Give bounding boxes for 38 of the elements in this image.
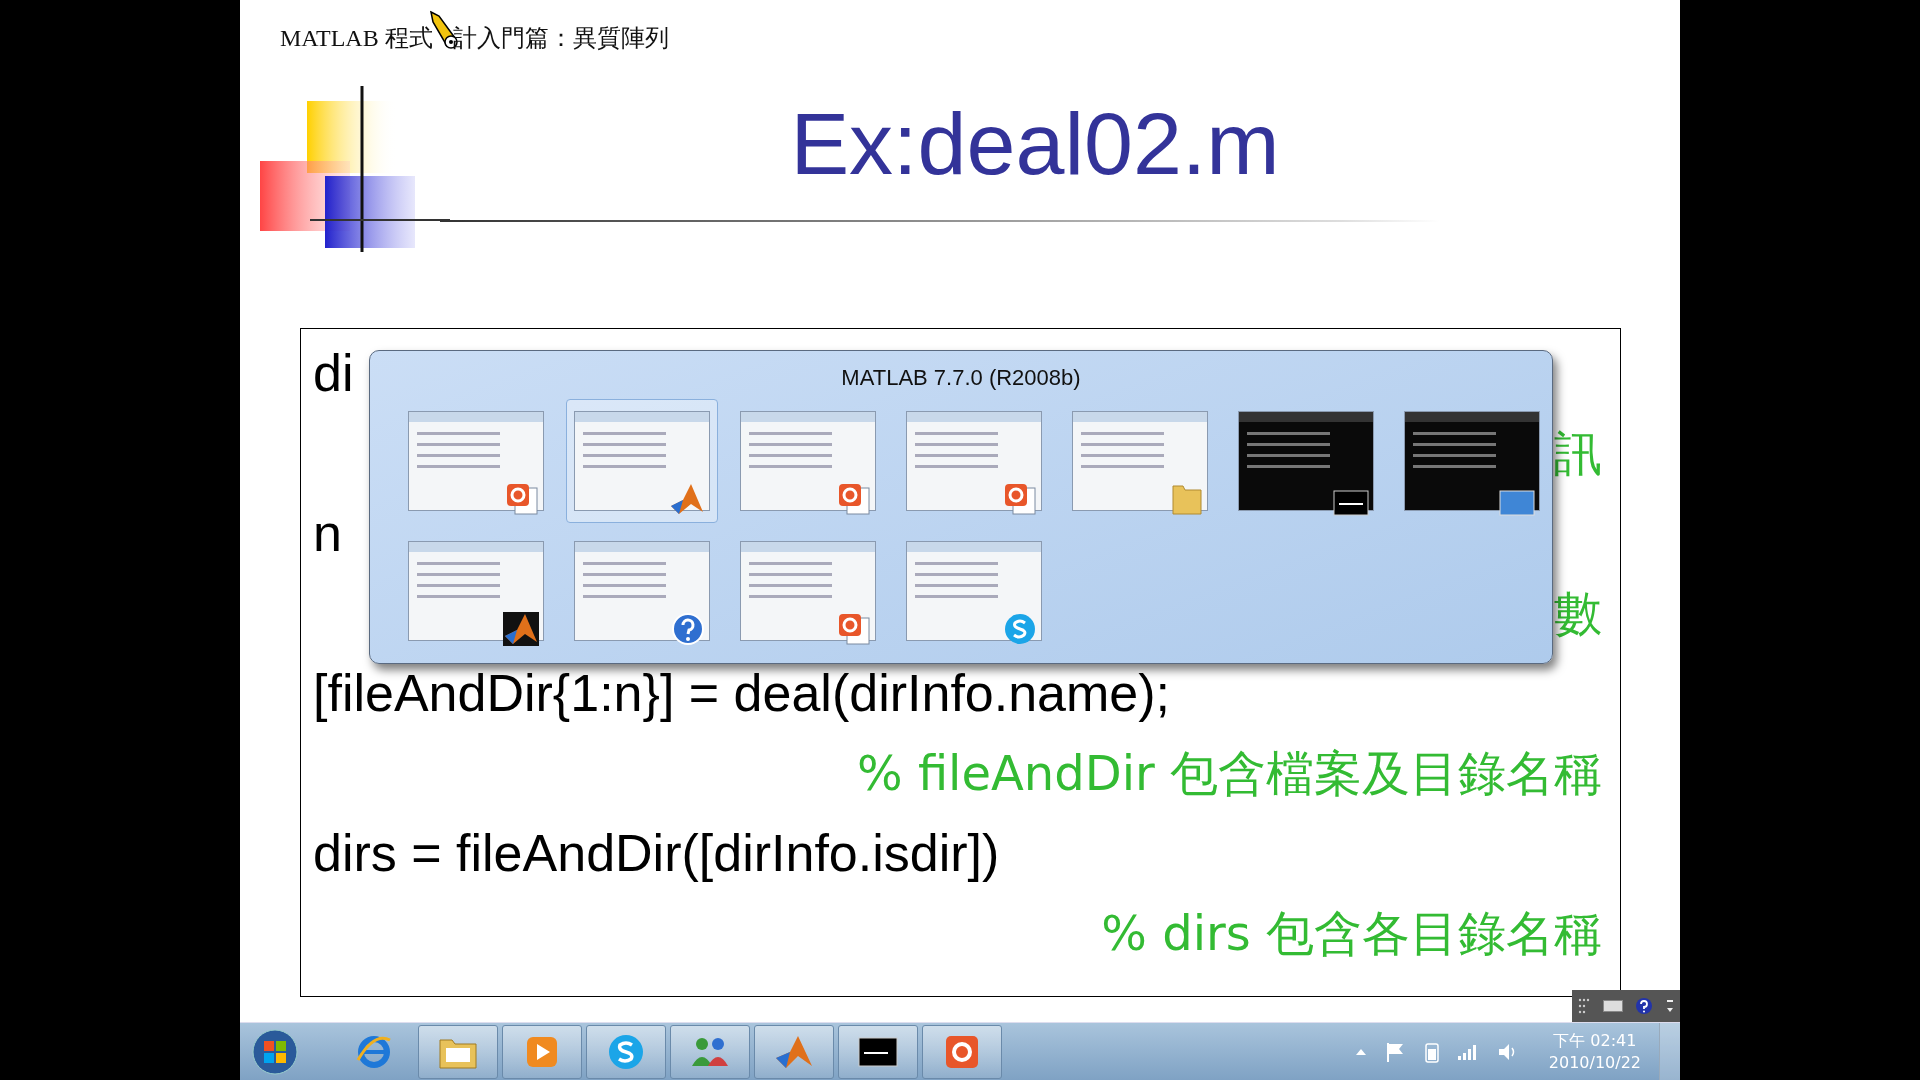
code-comment: % fileAndDir 包含檔案及目錄名稱 xyxy=(857,744,1602,803)
help-icon[interactable] xyxy=(1635,997,1654,1015)
slide-header: MATLAB 程式 xyxy=(280,24,433,53)
code-comment: 數 xyxy=(1554,584,1602,643)
peak-logo-icon xyxy=(669,482,705,516)
clock[interactable]: 下午 02:41 2010/10/22 xyxy=(1548,1029,1641,1074)
code-comment: % dirs 包含各目錄名稱 xyxy=(1101,904,1602,963)
presentation-app-icon xyxy=(837,612,871,646)
code-line: di xyxy=(313,343,354,403)
code-line: n xyxy=(313,503,342,563)
battery-icon[interactable] xyxy=(1424,1040,1439,1063)
show-hidden-icons-icon[interactable] xyxy=(1354,1047,1367,1056)
folder-icon xyxy=(1171,482,1203,516)
presentation-app-icon xyxy=(1003,482,1037,516)
clock-time: 下午 02:41 xyxy=(1553,1029,1637,1052)
code-line: dirs = fileAndDir([dirInfo.isdir]) xyxy=(313,823,1000,883)
grip-icon xyxy=(1578,998,1591,1014)
code-line: [fileAndDir{1:n}] = deal(dirInfo.name); xyxy=(313,663,1171,723)
window-thumbnail[interactable] xyxy=(566,399,718,523)
slide-title: Ex:deal02.m xyxy=(790,94,1280,195)
slide-header: 計入門篇：異質陣列 xyxy=(452,24,669,53)
start-button[interactable] xyxy=(252,1028,298,1075)
help-icon xyxy=(671,612,705,646)
presentation-app-icon xyxy=(505,482,539,516)
chat-app-icon xyxy=(607,1032,645,1071)
taskbar-button[interactable] xyxy=(838,1024,918,1079)
presentation-app-icon xyxy=(837,482,871,516)
console-icon xyxy=(1333,490,1369,516)
keyboard-icon[interactable] xyxy=(1602,1000,1623,1012)
clock-date: 2010/10/22 xyxy=(1548,1051,1641,1074)
console-icon xyxy=(858,1036,898,1067)
desktop-icon xyxy=(1499,490,1535,516)
chat-app-icon xyxy=(1003,612,1037,646)
peak-logo-icon xyxy=(503,612,539,646)
window-switcher-title: MATLAB 7.7.0 (R2008b) xyxy=(840,364,1082,392)
options-icon[interactable] xyxy=(1665,998,1674,1014)
code-comment: 訊 xyxy=(1554,424,1602,483)
signal-icon[interactable] xyxy=(1456,1042,1479,1061)
